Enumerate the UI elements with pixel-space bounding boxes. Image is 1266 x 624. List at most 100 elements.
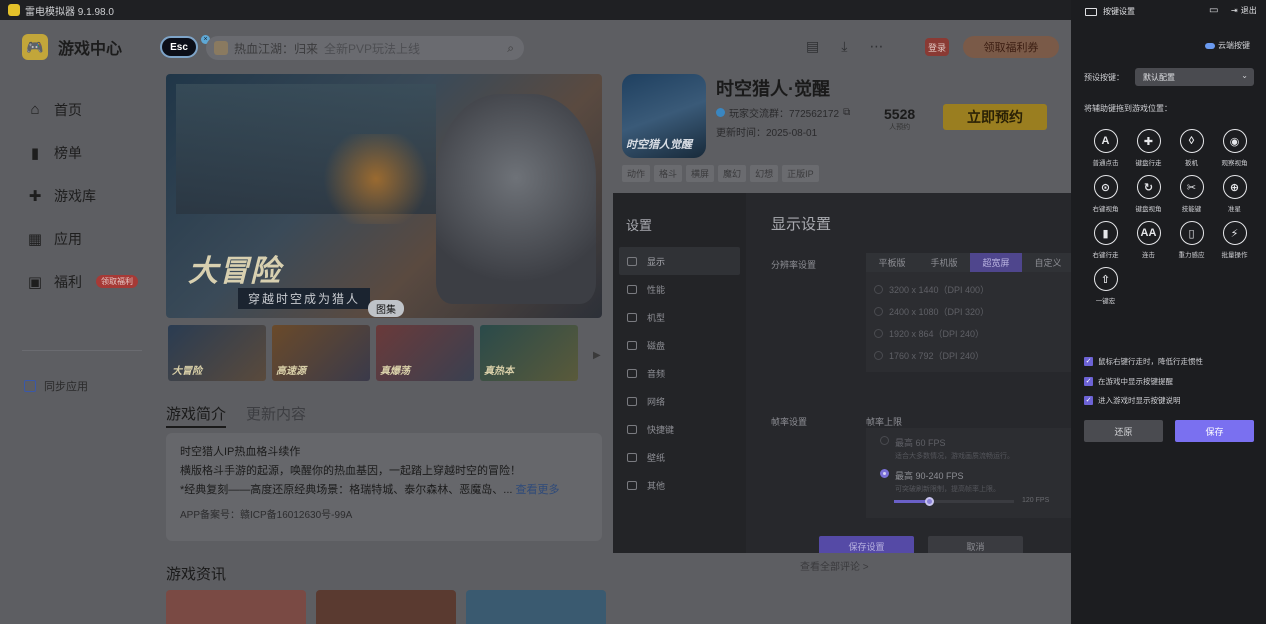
tab-intro[interactable]: 游戏简介 [166,403,227,428]
key-batch[interactable]: ⚡ 批量操作 [1213,221,1256,259]
key-label: 技能键 [1181,206,1202,213]
option-show-key-guide[interactable]: ✓ 进入游戏时显示按键说明 [1084,391,1203,411]
thumbnail[interactable]: 大冒险 [168,325,266,381]
exit-icon: ⇥ [1231,6,1238,15]
settings-item-wallpaper[interactable]: 壁纸 [619,443,740,471]
radio-button[interactable] [874,350,883,360]
description-line: *经典复刻——高度还原经典场景：格瑞特城、泰尔森林、恶魔岛、... 查看更多 [180,481,588,500]
key-right-walk[interactable]: ▮ 右键行走 [1084,221,1127,259]
settings-item-label: 显示 [647,256,666,267]
disk-icon [627,340,637,350]
settings-item-other[interactable]: 其他 [619,471,740,499]
settings-item-shortcuts[interactable]: 快捷键 [619,415,740,443]
tag: 幻想 [750,165,779,182]
key-crosshair[interactable]: ⊕ 准星 [1213,175,1256,213]
radio-button[interactable] [880,436,889,445]
banner-gallery-label[interactable]: 图集 [368,300,404,317]
detail-tabs: 游戏简介 更新内容 [166,403,306,428]
all-reviews-link[interactable]: 查看全部评论 > [800,558,869,573]
tab-phone[interactable]: 手机版 [918,253,970,272]
settings-item-network[interactable]: 网络 [619,387,740,415]
welfare-badge: 领取福利 [96,275,138,288]
search-input[interactable]: 热血江湖：归来 全新PVP玩法上线 ⌕ [206,36,524,60]
fps-option-title: 最高 90-240 FPS [895,471,964,481]
cancel-button[interactable]: 取消 [928,536,1023,553]
settings-sidebar: 设置 显示 性能 机型 磁盘 音频 网络 快捷键 壁纸 其他 [613,193,746,553]
view-more-link[interactable]: 查看更多 [516,484,560,496]
radio-button[interactable] [874,328,883,338]
tab-tablet[interactable]: 平板版 [866,253,918,272]
sidebar-item-home[interactable]: ⌂ 首页 [26,88,138,131]
option-reduce-inertia[interactable]: ✓ 鼠标右键行走时，降低行走惯性 [1084,352,1203,372]
save-settings-button[interactable]: 保存设置 [819,536,914,553]
resolution-option[interactable]: 3200 x 1440（DPI 400） [874,278,1068,300]
fps-option[interactable]: 最高 90-240 FPS 可突破刷新限制，提高帧率上限。 [880,469,1062,494]
resolution-option[interactable]: 1920 x 864（DPI 240） [874,322,1068,344]
sync-apps-button[interactable]: 同步应用 [24,378,88,394]
news-card[interactable] [466,590,606,624]
key-combo[interactable]: AA 连击 [1127,221,1170,259]
radio-button[interactable] [874,284,883,294]
resolution-option[interactable]: 1760 x 792（DPI 240） [874,344,1068,366]
news-card[interactable] [166,590,306,624]
thumbnail[interactable]: 真爆荡 [376,325,474,381]
settings-item-label: 机型 [647,312,666,323]
trigger-icon: ◊ [1179,129,1204,153]
sidebar-item-welfare[interactable]: ▣ 福利 领取福利 [26,260,138,303]
carousel-next-icon[interactable]: ▶ [593,350,601,361]
search-icon[interactable]: ⌕ [507,41,514,56]
thumbnail[interactable]: 真热本 [480,325,578,381]
checkbox-checked[interactable]: ✓ [1084,376,1093,386]
tab-ultrawide[interactable]: 超宽屏 [970,253,1022,272]
exit-button[interactable]: ⇥ 退出 [1231,5,1257,16]
save-button[interactable]: 保存 [1175,420,1254,442]
tab-custom[interactable]: 自定义 [1022,253,1071,272]
login-button[interactable]: 登录 [925,38,949,56]
key-skill[interactable]: ✂ 技能键 [1170,175,1213,213]
key-gravity[interactable]: ▯ 重力感应 [1170,221,1213,259]
radio-button-selected[interactable] [880,469,889,478]
more-icon[interactable]: ⋯ [869,38,883,55]
folder-icon[interactable]: ▭ [1209,5,1218,16]
welfare-coupon-button[interactable]: 领取福利券 [963,36,1059,58]
reset-button[interactable]: 还原 [1084,420,1163,442]
sidebar-item-apps[interactable]: ▦ 应用 [26,217,138,260]
tab-updates[interactable]: 更新内容 [246,403,306,428]
monitor-icon [627,256,637,266]
key-trigger[interactable]: ◊ 扳机 [1170,129,1213,167]
checkbox-checked[interactable]: ✓ [1084,396,1093,406]
news-card[interactable] [316,590,456,624]
thumbnail[interactable]: 高速源 [272,325,370,381]
gamepad-icon: ✚ [28,187,42,205]
settings-dialog: 设置 显示 性能 机型 磁盘 音频 网络 快捷键 壁纸 其他 显示设置 分辨率设… [613,193,1071,553]
resolution-option[interactable]: 2400 x 1080（DPI 320） [874,300,1068,322]
checkbox-checked[interactable]: ✓ [1084,357,1093,367]
radio-button[interactable] [874,306,883,316]
cloud-keys-button[interactable]: 云端按键 [1205,40,1250,51]
download-icon[interactable]: ⤓ [841,38,847,55]
fps-slider[interactable] [894,497,1014,506]
key-right-view[interactable]: ⊙ 右键视角 [1084,175,1127,213]
esc-button[interactable]: Esc [160,36,198,58]
settings-item-display[interactable]: 显示 [619,247,740,275]
key-dpad[interactable]: ✚ 键盘行走 [1127,129,1170,167]
sidebar-item-library[interactable]: ✚ 游戏库 [26,174,138,217]
preset-select[interactable]: 默认配置 ⌄ [1135,68,1254,86]
key-tap[interactable]: A 普通点击 [1084,129,1127,167]
settings-item-performance[interactable]: 性能 [619,275,740,303]
fps-option[interactable]: 最高 60 FPS 适合大多数情况，游戏画质流畅运行。 [880,436,1062,461]
key-view[interactable]: ◉ 观察视角 [1213,129,1256,167]
key-macro[interactable]: ⇧ 一键宏 [1084,267,1127,305]
settings-item-disk[interactable]: 磁盘 [619,331,740,359]
sidebar-item-ranking[interactable]: ▮ 榜单 [26,131,138,174]
settings-item-audio[interactable]: 音频 [619,359,740,387]
settings-item-label: 快捷键 [647,424,675,435]
copy-icon[interactable]: ⧉ [843,107,850,118]
slider-handle[interactable] [925,497,934,506]
game-banner[interactable]: 大冒险 穿越时空成为猎人 图集 [166,74,602,318]
key-keyboard-view[interactable]: ↻ 键盘视角 [1127,175,1170,213]
reserve-button[interactable]: 立即预约 [943,104,1047,130]
option-show-key-hints[interactable]: ✓ 在游戏中显示按键提醒 [1084,372,1203,392]
settings-item-model[interactable]: 机型 [619,303,740,331]
calendar-icon[interactable]: ▤ [806,38,819,55]
